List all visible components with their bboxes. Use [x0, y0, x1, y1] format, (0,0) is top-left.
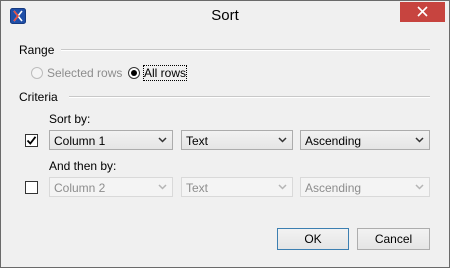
then-by-type-value: Text: [186, 181, 209, 195]
range-section-label: Range: [19, 43, 55, 57]
checkmark-icon: [26, 136, 37, 145]
then-by-column-value: Column 2: [54, 181, 106, 195]
selected-rows-label: Selected rows: [47, 66, 123, 80]
chevron-down-icon: [415, 137, 424, 143]
window-title: Sort: [211, 7, 239, 24]
selected-rows-radio-circle: [31, 67, 43, 79]
then-by-label: And then by:: [49, 159, 117, 173]
then-by-type-combo[interactable]: Text: [181, 177, 293, 197]
sort-by-order-combo[interactable]: Ascending: [300, 130, 430, 150]
all-rows-radio-circle: [128, 67, 140, 79]
chevron-down-icon: [278, 184, 287, 190]
close-icon: [417, 6, 428, 17]
then-by-checkbox[interactable]: [25, 181, 38, 194]
ok-button[interactable]: OK: [277, 228, 349, 250]
sort-by-type-combo[interactable]: Text: [181, 130, 293, 150]
sort-by-order-value: Ascending: [305, 134, 362, 148]
sort-by-column-value: Column 1: [54, 134, 106, 148]
chevron-down-icon: [158, 184, 167, 190]
sort-by-checkbox[interactable]: [25, 134, 38, 147]
then-by-order-value: Ascending: [305, 181, 362, 195]
sort-by-label: Sort by:: [49, 112, 91, 126]
criteria-section-label: Criteria: [19, 90, 58, 104]
cancel-button[interactable]: Cancel: [357, 228, 430, 250]
all-rows-label: All rows: [142, 65, 188, 81]
sort-by-type-value: Text: [186, 134, 209, 148]
chevron-down-icon: [158, 137, 167, 143]
all-rows-radio[interactable]: All rows: [128, 65, 188, 81]
then-by-order-combo[interactable]: Ascending: [300, 177, 430, 197]
chevron-down-icon: [415, 184, 424, 190]
sort-by-column-combo[interactable]: Column 1: [49, 130, 173, 150]
close-button[interactable]: [400, 2, 445, 22]
dialog-body: Range Selected rows All rows Criteria So…: [8, 31, 442, 261]
range-separator: [61, 49, 430, 51]
sort-dialog: Sort Range Selected rows All rows Criter…: [0, 0, 450, 268]
then-by-column-combo[interactable]: Column 2: [49, 177, 173, 197]
title-bar: Sort: [1, 1, 449, 31]
radio-selected-dot: [131, 70, 137, 76]
selected-rows-radio[interactable]: Selected rows: [31, 66, 122, 80]
chevron-down-icon: [278, 137, 287, 143]
criteria-separator: [69, 96, 430, 98]
